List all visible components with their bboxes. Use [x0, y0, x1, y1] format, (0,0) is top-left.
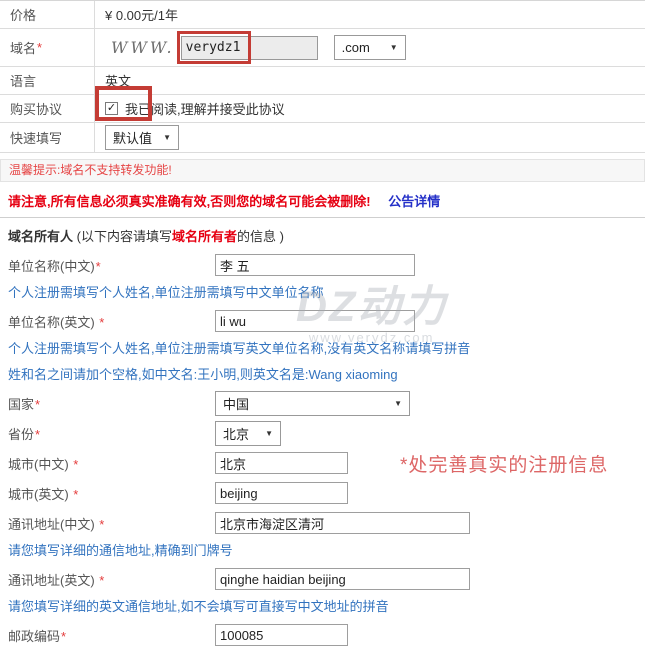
address-en-label: 通讯地址(英文) * — [8, 570, 215, 589]
address-cn-hint: 请您填写详细的通信地址,精确到门牌号 — [0, 538, 645, 564]
zip-row: 邮政编码* — [0, 620, 645, 650]
agreement-row: 购买协议 ✓ 我已阅读,理解并接受此协议 — [0, 95, 645, 123]
warning-notice: 请注意,所有信息必须真实准确有效,否则您的域名可能会被删除! 公告详情 — [0, 182, 645, 217]
quickfill-select[interactable]: 默认值 ▼ — [105, 125, 179, 150]
country-row: 国家* 中国 ▼ — [0, 388, 645, 418]
city-en-input[interactable] — [215, 482, 348, 504]
org-name-en-hint1: 个人注册需填写个人姓名,单位注册需填写英文单位名称,没有英文名称请填写拼音 — [0, 336, 645, 362]
city-en-row: 城市(英文) * — [0, 478, 645, 508]
price-value: ¥ 0.00元/1年 — [95, 5, 645, 24]
required-star: * — [61, 629, 66, 644]
quickfill-row: 快速填写 默认值 ▼ — [0, 123, 645, 153]
tld-value: .com — [342, 40, 370, 55]
domain-input[interactable] — [181, 36, 318, 60]
required-star: * — [73, 457, 78, 472]
price-label: 价格 — [0, 1, 95, 28]
org-name-en-label: 单位名称(英文) * — [8, 312, 215, 331]
announcement-link[interactable]: 公告详情 — [388, 194, 440, 209]
city-cn-input[interactable] — [215, 452, 348, 474]
address-en-hint: 请您填写详细的英文通信地址,如不会填写可直接写中文地址的拼音 — [0, 594, 645, 620]
country-value: 中国 — [223, 394, 249, 413]
required-star: * — [37, 40, 42, 55]
quickfill-value: 默认值 — [113, 128, 152, 147]
org-name-en-row: 单位名称(英文) * — [0, 306, 645, 336]
language-label: 语言 — [0, 67, 95, 94]
required-star: * — [99, 315, 104, 330]
country-label: 国家* — [8, 394, 215, 413]
required-star: * — [35, 397, 40, 412]
required-star: * — [99, 517, 104, 532]
owner-section-header: 域名所有人 (以下内容请填写域名所有者的信息 ) — [0, 217, 645, 250]
required-star: * — [73, 487, 78, 502]
province-row: 省份* 北京 ▼ — [0, 418, 645, 448]
org-name-cn-row: 单位名称(中文)* — [0, 250, 645, 280]
city-cn-label: 城市(中文) * — [8, 454, 215, 473]
agreement-checkbox[interactable]: ✓ — [105, 102, 118, 115]
province-select[interactable]: 北京 ▼ — [215, 421, 281, 446]
address-en-row: 通讯地址(英文) * — [0, 564, 645, 594]
agreement-label: 购买协议 — [0, 95, 95, 122]
chevron-down-icon: ▼ — [394, 399, 402, 408]
zip-input[interactable] — [215, 624, 348, 646]
price-row: 价格 ¥ 0.00元/1年 — [0, 1, 645, 29]
section-title: 域名所有人 — [8, 229, 73, 244]
city-cn-row: 城市(中文) * *处完善真实的注册信息 — [0, 448, 645, 478]
address-cn-label: 通讯地址(中文) * — [8, 514, 215, 533]
chevron-down-icon: ▼ — [265, 429, 273, 438]
tld-select[interactable]: .com ▼ — [334, 35, 406, 60]
required-star: * — [99, 573, 104, 588]
red-annotation: *处完善真实的注册信息 — [400, 450, 608, 477]
province-label: 省份* — [8, 424, 215, 443]
country-select[interactable]: 中国 ▼ — [215, 391, 410, 416]
domain-label: 域名* — [0, 29, 95, 66]
agreement-text: 我已阅读,理解并接受此协议 — [125, 99, 285, 118]
domain-row: 域名* WWW. .com ▼ — [0, 29, 645, 67]
address-cn-input[interactable] — [215, 512, 470, 534]
language-value: 英文 — [95, 71, 645, 90]
order-summary-table: 价格 ¥ 0.00元/1年 域名* WWW. .com ▼ 语言 英文 购买协议… — [0, 0, 645, 153]
chevron-down-icon: ▼ — [163, 133, 171, 142]
org-name-cn-label: 单位名称(中文)* — [8, 256, 215, 275]
section-highlight: 域名所有者 — [172, 229, 237, 244]
quickfill-label: 快速填写 — [0, 123, 95, 152]
address-en-input[interactable] — [215, 568, 470, 590]
language-row: 语言 英文 — [0, 67, 645, 95]
required-star: * — [96, 259, 101, 274]
org-name-cn-input[interactable] — [215, 254, 415, 276]
org-name-en-hint2: 姓和名之间请加个空格,如中文名:王小明,则英文名是:Wang xiaoming — [0, 362, 645, 388]
province-value: 北京 — [223, 424, 249, 443]
address-cn-row: 通讯地址(中文) * — [0, 508, 645, 538]
zip-label: 邮政编码* — [8, 626, 215, 645]
city-en-label: 城市(英文) * — [8, 484, 215, 503]
org-name-cn-hint: 个人注册需填写个人姓名,单位注册需填写中文单位名称 — [0, 280, 645, 306]
tip-notice: 温馨提示:域名不支持转发功能! — [0, 159, 645, 182]
org-name-en-input[interactable] — [215, 310, 415, 332]
warning-text: 请注意,所有信息必须真实准确有效,否则您的域名可能会被删除! — [8, 194, 371, 209]
chevron-down-icon: ▼ — [390, 43, 398, 52]
required-star: * — [35, 427, 40, 442]
www-prefix: WWW. — [111, 38, 175, 57]
phone-row: 电话* + - - - — [0, 650, 645, 654]
